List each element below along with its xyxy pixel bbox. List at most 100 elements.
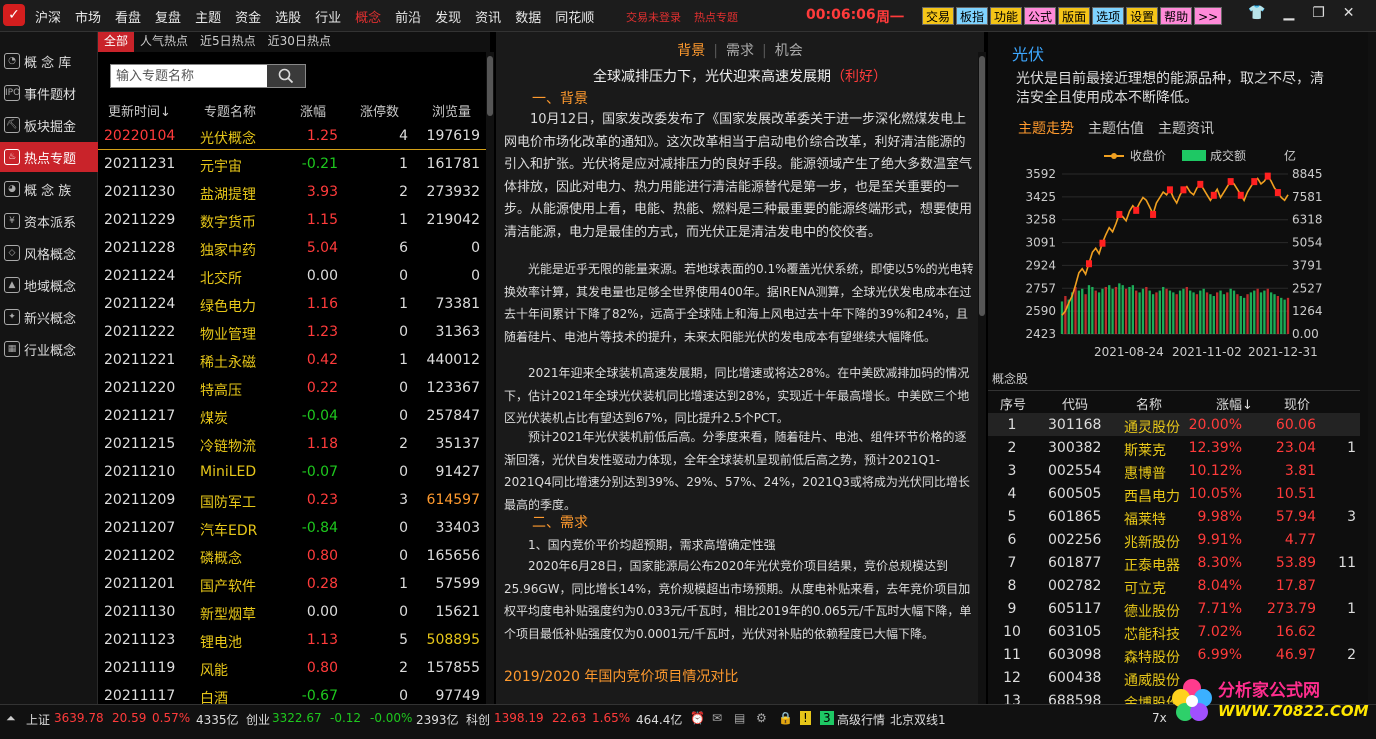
topic-row[interactable]: 20211224 绿色电力 1.16 1 73381	[98, 290, 488, 318]
header-name[interactable]: 名称	[1136, 394, 1162, 413]
header-change[interactable]: 涨幅	[300, 101, 326, 120]
lock-icon[interactable]: 🔒	[778, 711, 793, 725]
function-button-0[interactable]: 交易	[922, 7, 955, 25]
topic-name[interactable]: 数字货币	[200, 212, 256, 232]
topic-name[interactable]: 锂电池	[200, 632, 242, 652]
kc-index-label[interactable]: 科创	[466, 711, 490, 728]
stock-row[interactable]: 4 600505 西昌电力 10.05% 10.51	[988, 482, 1360, 505]
message-icon[interactable]: ✉	[712, 711, 722, 725]
topic-row[interactable]: 20211220 特高压 0.22 0 123367	[98, 374, 488, 402]
menu-item-7[interactable]: 行业	[308, 7, 348, 26]
sidebar-item-2[interactable]: ⛏ 板块掘金	[0, 110, 98, 140]
stock-name[interactable]: 惠博普	[1124, 463, 1166, 483]
function-button-1[interactable]: 板指	[956, 7, 989, 25]
stock-name[interactable]: 福莱特	[1124, 509, 1166, 529]
topic-row[interactable]: 20211222 物业管理 1.23 0 31363	[98, 318, 488, 346]
login-status[interactable]: 交易未登录	[626, 9, 681, 25]
status-expand-icon[interactable]: ⏶	[6, 711, 16, 726]
menu-item-3[interactable]: 复盘	[148, 7, 188, 26]
menu-item-13[interactable]: 同花顺	[548, 7, 601, 26]
topic-row[interactable]: 20211230 盐湖提锂 3.93 2 273932	[98, 178, 488, 206]
topic-name[interactable]: 新型烟草	[200, 604, 256, 624]
sh-index-label[interactable]: 上证	[26, 711, 50, 728]
topic-row[interactable]: 20211229 数字货币 1.15 1 219042	[98, 206, 488, 234]
sidebar-item-6[interactable]: ◇ 风格概念	[0, 238, 98, 268]
warning-icon[interactable]: !	[800, 711, 811, 725]
stock-name[interactable]: 正泰电器	[1124, 555, 1180, 575]
menu-item-4[interactable]: 主题	[188, 7, 228, 26]
header-update-time[interactable]: 更新时间↓	[108, 101, 171, 120]
topic-name[interactable]: 煤炭	[200, 408, 228, 428]
header-pct[interactable]: 涨幅↓	[1216, 394, 1253, 413]
topic-name[interactable]: 绿色电力	[200, 296, 256, 316]
topic-row[interactable]: 20211224 北交所 0.00 0 0	[98, 262, 488, 290]
market-level-label[interactable]: 高级行情	[837, 711, 885, 728]
stock-row[interactable]: 8 002782 可立克 8.04% 17.87	[988, 574, 1360, 597]
article-tab-1[interactable]: 需求	[718, 43, 762, 59]
header-rank[interactable]: 序号	[1000, 394, 1026, 413]
stock-name[interactable]: 兆新股份	[1124, 532, 1180, 552]
cy-index-label[interactable]: 创业	[246, 711, 270, 728]
stock-name[interactable]: 斯莱克	[1124, 440, 1166, 460]
article-scrollbar[interactable]	[978, 52, 986, 704]
topic-trend-chart[interactable]: 收盘价 成交额 亿 3592 8845 3425 7581 3258 6318 3091 5054 2…	[988, 144, 1368, 362]
menu-item-6[interactable]: 选股	[268, 7, 308, 26]
stock-row[interactable]: 6 002256 兆新股份 9.91% 4.77	[988, 528, 1360, 551]
stock-row[interactable]: 10 603105 芯能科技 7.02% 16.62	[988, 620, 1360, 643]
stock-name[interactable]: 通灵股份	[1124, 417, 1180, 437]
function-button-4[interactable]: 版面	[1058, 7, 1091, 25]
search-button[interactable]	[267, 65, 305, 87]
article-tab-0[interactable]: 背景	[669, 43, 713, 59]
topic-name[interactable]: 国防军工	[200, 492, 256, 512]
detail-subtab-1[interactable]: 主题估值	[1088, 118, 1144, 138]
topic-name[interactable]: 特高压	[200, 380, 242, 400]
topic-table-scrollbar[interactable]	[486, 52, 494, 704]
topic-name[interactable]: 汽车EDR	[200, 520, 257, 540]
article-tab-2[interactable]: 机会	[767, 43, 811, 59]
close-button[interactable]: ✕	[1343, 5, 1355, 21]
topic-row[interactable]: 20211231 元宇宙 -0.21 1 161781	[98, 150, 488, 178]
menu-item-12[interactable]: 数据	[508, 7, 548, 26]
topic-name[interactable]: 磷概念	[200, 548, 242, 568]
alarm-icon[interactable]: ⏰	[690, 711, 705, 725]
news-icon[interactable]: ▤	[734, 711, 745, 725]
topic-tab-0[interactable]: 全部	[98, 32, 135, 52]
stock-name[interactable]: 西昌电力	[1124, 486, 1180, 506]
stock-name[interactable]: 德业股份	[1124, 601, 1180, 621]
stock-row[interactable]: 5 601865 福莱特 9.98% 57.94 3	[988, 505, 1360, 528]
menu-item-1[interactable]: 市场	[68, 7, 108, 26]
topic-row[interactable]: 20211210 MiniLED -0.07 0 91427	[98, 458, 488, 486]
function-button-2[interactable]: 功能	[990, 7, 1023, 25]
topic-search-input[interactable]	[111, 65, 267, 87]
topic-name[interactable]: MiniLED	[200, 464, 256, 480]
sidebar-item-0[interactable]: ◔ 概 念 库	[0, 46, 98, 76]
detail-subtab-0[interactable]: 主题走势	[1018, 118, 1074, 138]
topic-row[interactable]: 20211228 独家中药 5.04 6 0	[98, 234, 488, 262]
function-button-7[interactable]: 帮助	[1160, 7, 1193, 25]
stock-name[interactable]: 芯能科技	[1124, 624, 1180, 644]
right-scrollbar[interactable]	[1368, 32, 1376, 704]
sidebar-item-7[interactable]: ▲ 地域概念	[0, 270, 98, 300]
detail-subtab-2[interactable]: 主题资讯	[1158, 118, 1214, 138]
minimize-button[interactable]: ▁	[1283, 5, 1294, 21]
topic-row[interactable]: 20220104 光伏概念 1.25 4 197619	[98, 122, 488, 150]
sidebar-item-1[interactable]: IPO 事件题材	[0, 78, 98, 108]
function-button-6[interactable]: 设置	[1126, 7, 1159, 25]
app-logo-icon[interactable]: ✓	[3, 4, 25, 26]
server-label[interactable]: 北京双线1	[890, 711, 946, 728]
menu-item-11[interactable]: 资讯	[468, 7, 508, 26]
topic-name[interactable]: 北交所	[200, 268, 242, 288]
topic-name[interactable]: 稀土永磁	[200, 352, 256, 372]
topic-name[interactable]: 独家中药	[200, 240, 256, 260]
sidebar-item-5[interactable]: ¥ 资本派系	[0, 206, 98, 236]
menu-item-9[interactable]: 前沿	[388, 7, 428, 26]
topic-name[interactable]: 国产软件	[200, 576, 256, 596]
topic-row[interactable]: 20211221 稀土永磁 0.42 1 440012	[98, 346, 488, 374]
hot-topic-link[interactable]: 热点专题	[694, 9, 738, 25]
topic-row[interactable]: 20211119 风能 0.80 2 157855	[98, 654, 488, 682]
menu-item-5[interactable]: 资金	[228, 7, 268, 26]
topic-name[interactable]: 元宇宙	[200, 156, 242, 176]
topic-name[interactable]: 冷链物流	[200, 436, 256, 456]
topic-row[interactable]: 20211130 新型烟草 0.00 0 15621	[98, 598, 488, 626]
stock-row[interactable]: 11 603098 森特股份 6.99% 46.97 2	[988, 643, 1360, 666]
